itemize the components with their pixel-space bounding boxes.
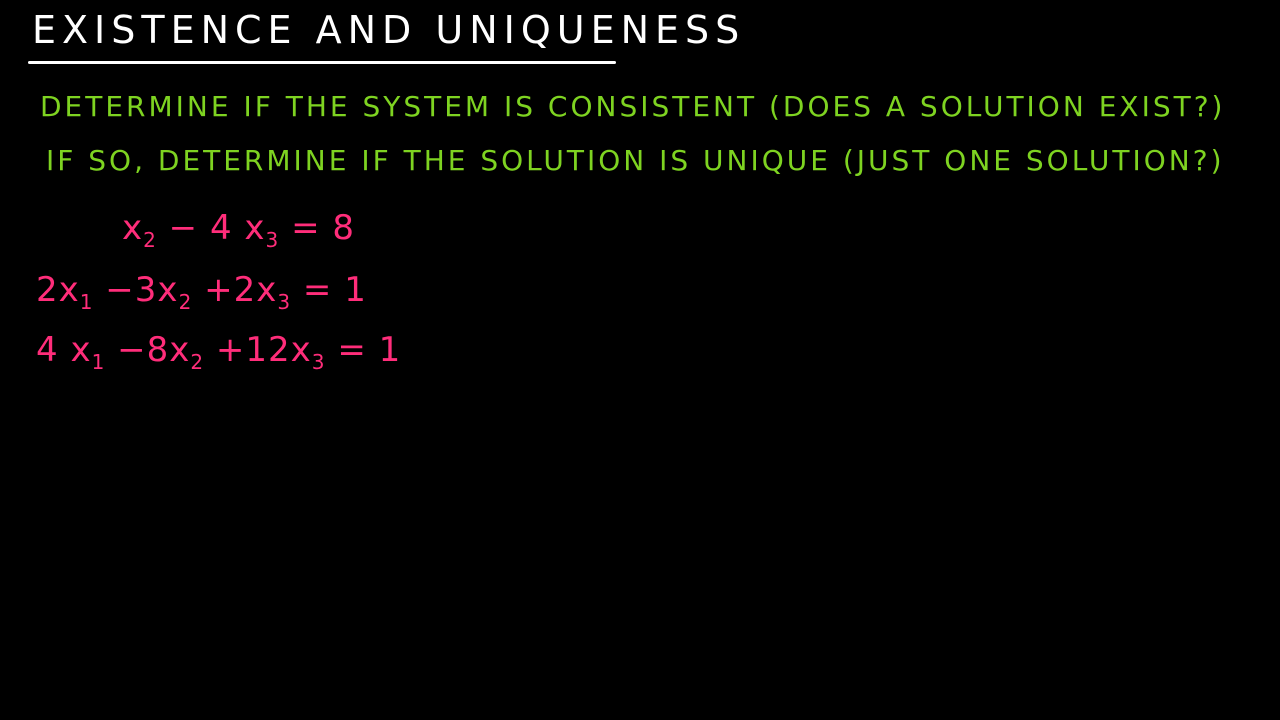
title-underline <box>28 61 616 64</box>
whiteboard-canvas: EXISTENCE AND UNIQUENESS DETERMINE IF TH… <box>0 0 1280 720</box>
equation-term: x2 <box>122 208 157 252</box>
equation-term: = 1 <box>325 330 402 370</box>
equation-term: = 1 <box>291 270 367 310</box>
instruction-line-1: DETERMINE IF THE SYSTEM IS CONSISTENT (D… <box>40 90 1226 123</box>
equation-term: = 8 <box>279 208 356 248</box>
instruction-line-2: IF SO, DETERMINE IF THE SOLUTION IS UNIQ… <box>46 144 1225 177</box>
page-title: EXISTENCE AND UNIQUENESS <box>32 8 746 52</box>
equation-term: −3x2 <box>93 270 193 314</box>
equation-3: 4 x1 −8x2 +12x3 = 1 <box>36 330 402 374</box>
equation-term: 4 x1 <box>36 330 106 374</box>
equation-term: 2x1 <box>36 270 94 314</box>
equation-term: − 4 x3 <box>156 208 280 252</box>
equation-term: −8x2 <box>105 330 205 374</box>
equation-1: x2 − 4 x3 = 8 <box>122 208 356 252</box>
equation-2: 2x1 −3x2 +2x3 = 1 <box>36 270 367 314</box>
equation-term: +12x3 <box>204 330 326 374</box>
equation-term: +2x3 <box>192 270 292 314</box>
